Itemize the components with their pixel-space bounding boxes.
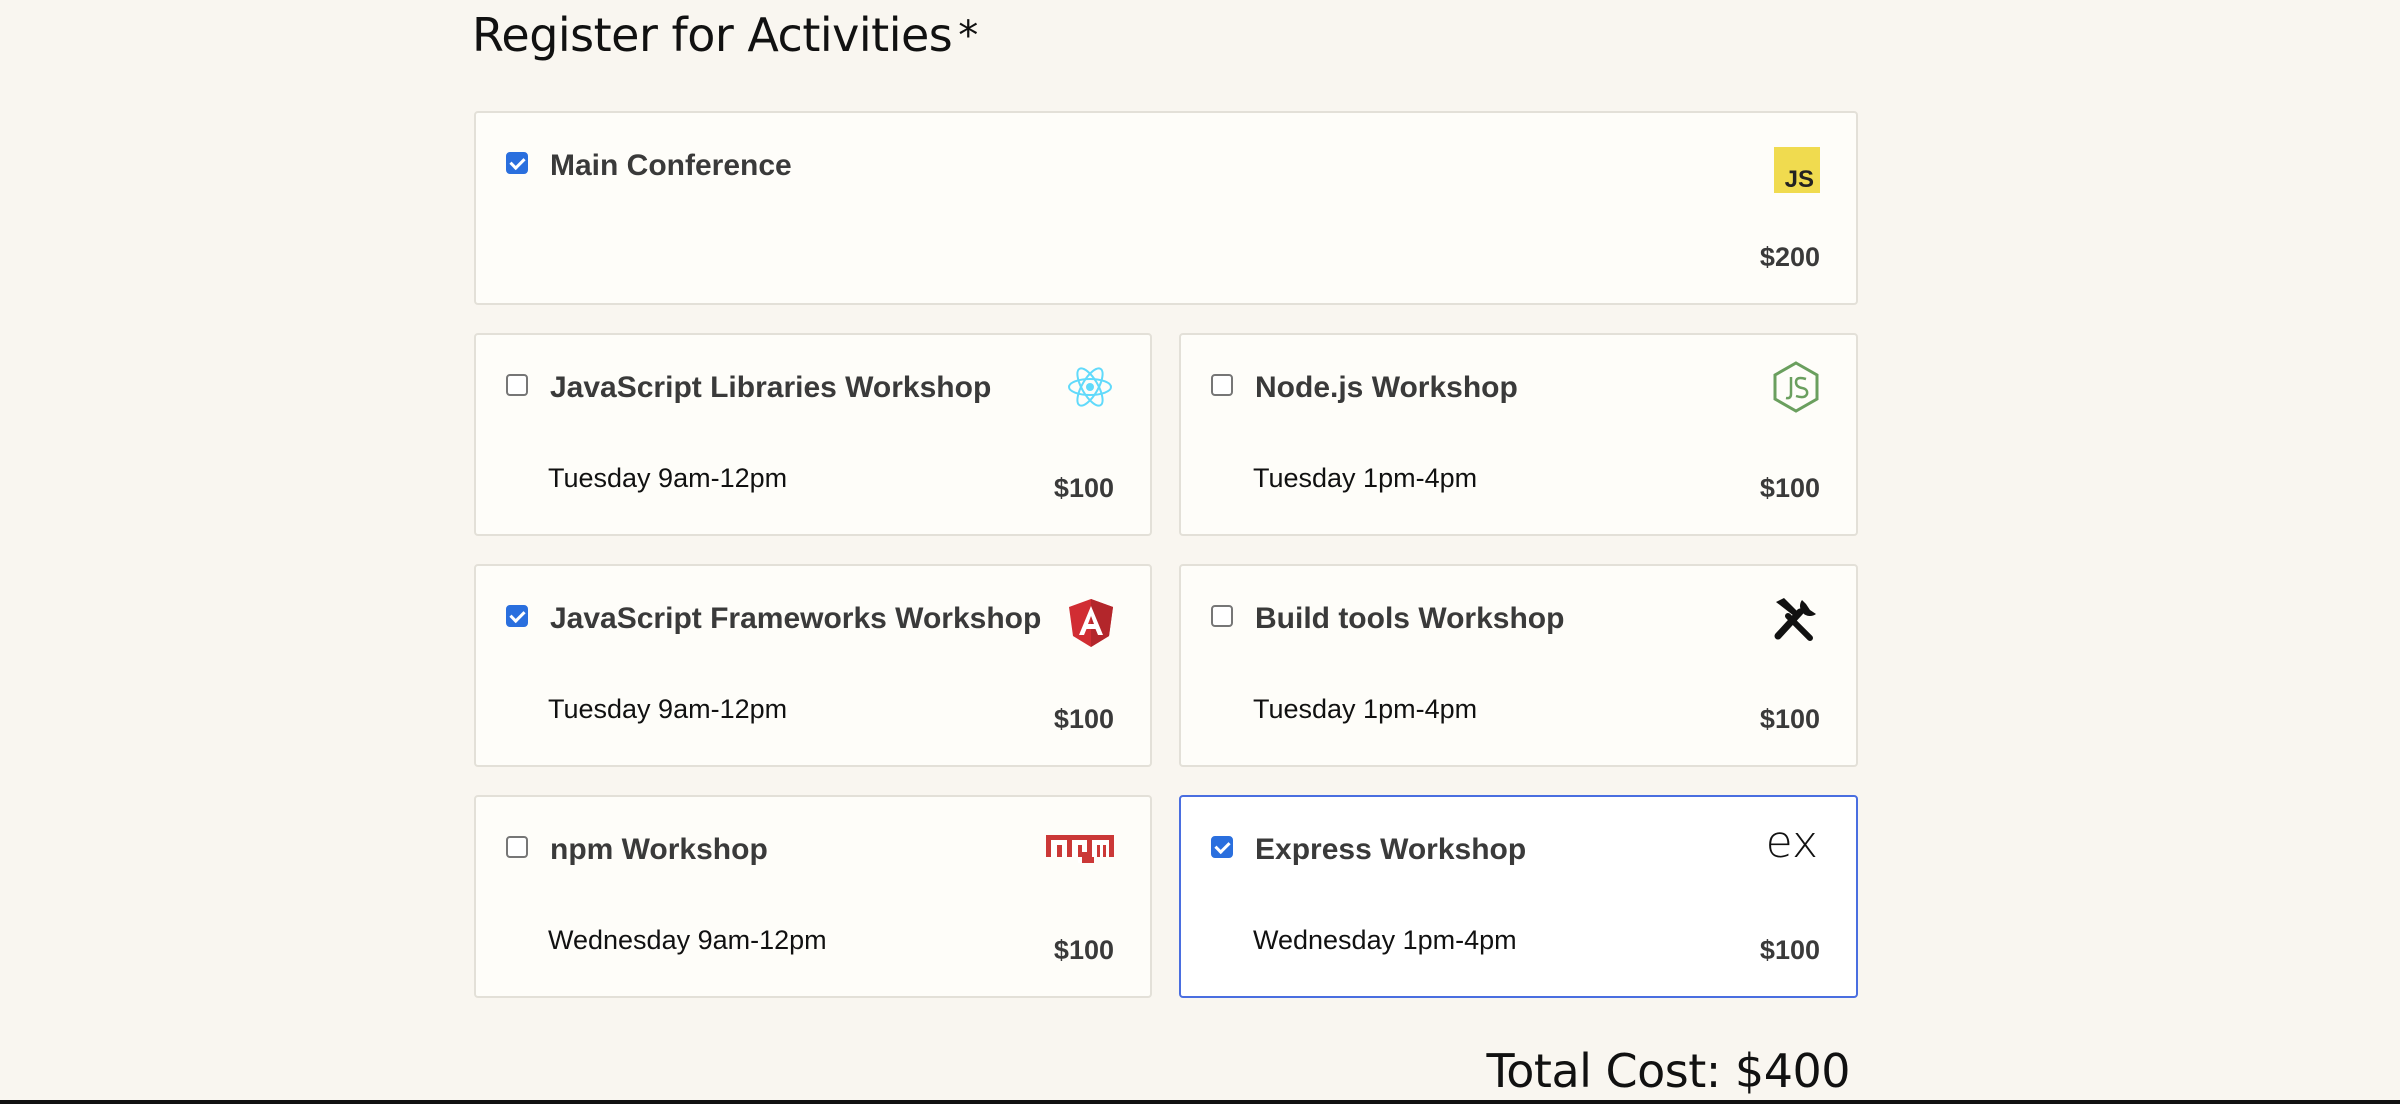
activity-price: $100 [1053, 473, 1114, 503]
nodejs-icon [1772, 361, 1820, 413]
activity-card-main-conference[interactable]: Main Conference JS $200 [474, 111, 1858, 305]
activities-heading: Register for Activities * [472, 8, 978, 62]
build-tools-icon [1772, 596, 1820, 642]
activity-price: $100 [1759, 473, 1820, 503]
express-checkbox[interactable] [1211, 836, 1233, 858]
activity-title: npm Workshop [550, 833, 768, 866]
activity-time: Tuesday 9am-12pm [548, 463, 788, 493]
npm-icon [1046, 835, 1114, 863]
express-icon: ex [1768, 819, 1820, 865]
js-libraries-checkbox[interactable] [506, 374, 528, 396]
angular-icon [1068, 598, 1114, 648]
activity-price: $200 [1759, 242, 1820, 272]
activity-time: Wednesday 1pm-4pm [1253, 925, 1517, 955]
divider [0, 1100, 2400, 1104]
activity-price: $100 [1759, 935, 1820, 965]
activity-time: Tuesday 9am-12pm [548, 694, 788, 724]
activity-title: JavaScript Frameworks Workshop [550, 602, 1042, 635]
nodejs-checkbox[interactable] [1211, 374, 1233, 396]
activity-title: Build tools Workshop [1255, 602, 1565, 635]
activity-title: JavaScript Libraries Workshop [550, 371, 992, 404]
activity-card-js-libraries[interactable]: JavaScript Libraries Workshop Tuesday 9a… [474, 333, 1152, 536]
activity-time: Tuesday 1pm-4pm [1253, 463, 1478, 493]
activity-title: Main Conference [550, 149, 792, 182]
activity-card-npm[interactable]: npm Workshop Wednesday 9am-12pm $100 [474, 795, 1152, 998]
npm-checkbox[interactable] [506, 836, 528, 858]
activity-card-nodejs[interactable]: Node.js Workshop Tuesday 1pm-4pm $100 [1179, 333, 1858, 536]
main-conference-checkbox[interactable] [506, 152, 528, 174]
activity-title: Express Workshop [1255, 833, 1527, 866]
total-cost: Total Cost: $400 [1486, 1044, 1850, 1098]
js-frameworks-checkbox[interactable] [506, 605, 528, 627]
build-tools-checkbox[interactable] [1211, 605, 1233, 627]
activity-time: Wednesday 9am-12pm [548, 925, 827, 955]
activity-price: $100 [1053, 935, 1114, 965]
svg-text:ex: ex [1768, 819, 1818, 865]
activity-time: Tuesday 1pm-4pm [1253, 694, 1478, 724]
activity-card-js-frameworks[interactable]: JavaScript Frameworks Workshop Tuesday 9… [474, 564, 1152, 767]
svg-text:JS: JS [1785, 166, 1814, 193]
activity-card-express[interactable]: Express Workshop ex Wednesday 1pm-4pm $1… [1179, 795, 1858, 998]
activity-card-build-tools[interactable]: Build tools Workshop Tuesday 1pm-4pm $10… [1179, 564, 1858, 767]
activities-heading-text: Register for Activities [472, 8, 953, 62]
activity-price: $100 [1053, 704, 1114, 734]
activity-price: $100 [1759, 704, 1820, 734]
react-icon [1066, 363, 1114, 411]
required-asterisk: * [958, 13, 978, 59]
javascript-icon: JS [1774, 147, 1820, 193]
activity-title: Node.js Workshop [1255, 371, 1518, 404]
